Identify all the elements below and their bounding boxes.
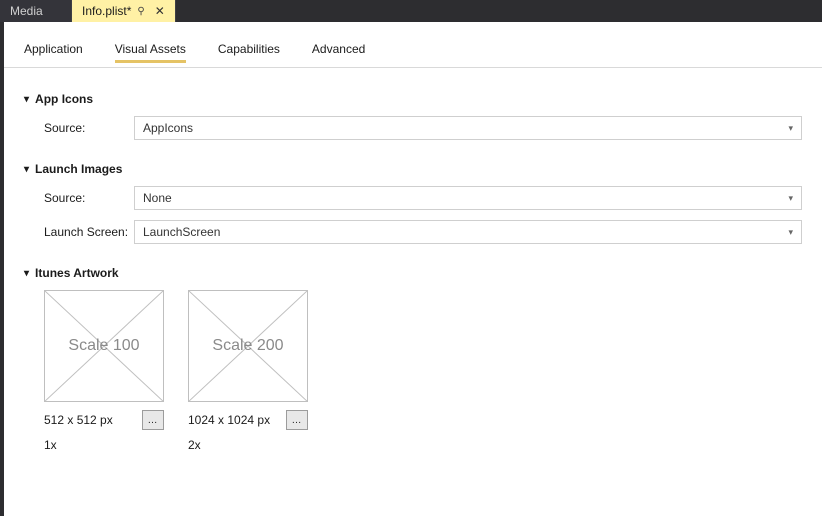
- editor-content: ▾ App Icons Source: AppIcons ▾ ▾ Launch …: [4, 68, 822, 452]
- placeholder-label: Scale 100: [68, 337, 139, 355]
- editor-workspace: Application Visual Assets Capabilities A…: [0, 22, 822, 516]
- artwork-dimensions: 512 x 512 px: [44, 413, 113, 427]
- close-icon[interactable]: ✕: [155, 4, 165, 18]
- artwork-tile: Scale 200 1024 x 1024 px … 2x: [188, 290, 308, 452]
- subnav-label: Capabilities: [218, 42, 280, 56]
- caret-down-icon: ▾: [788, 123, 793, 134]
- artwork-tile: Scale 100 512 x 512 px … 1x: [44, 290, 164, 452]
- chevron-down-icon: ▾: [24, 94, 29, 105]
- artwork-scale: 2x: [188, 438, 308, 452]
- file-tab-media[interactable]: Media: [0, 0, 72, 22]
- app-icons-source-select[interactable]: AppIcons ▾: [134, 116, 802, 140]
- source-label: Source:: [44, 121, 134, 135]
- select-value: LaunchScreen: [143, 225, 220, 239]
- caret-down-icon: ▾: [788, 193, 793, 204]
- subnav-capabilities[interactable]: Capabilities: [218, 42, 280, 61]
- subnav-label: Advanced: [312, 42, 365, 56]
- browse-button[interactable]: …: [286, 410, 308, 430]
- section-title: Launch Images: [35, 162, 122, 176]
- chevron-down-icon: ▾: [24, 164, 29, 175]
- file-tab-info-plist[interactable]: Info.plist* ⚲ ✕: [72, 0, 176, 22]
- placeholder-label: Scale 200: [212, 337, 283, 355]
- select-value: AppIcons: [143, 121, 193, 135]
- section-title: Itunes Artwork: [35, 266, 119, 280]
- artwork-meta: 1024 x 1024 px …: [188, 410, 308, 430]
- launch-images-source-row: Source: None ▾: [24, 186, 802, 210]
- select-value: None: [143, 191, 172, 205]
- artwork-meta: 512 x 512 px …: [44, 410, 164, 430]
- subnav-label: Visual Assets: [115, 42, 186, 56]
- section-app-icons-header[interactable]: ▾ App Icons: [24, 92, 802, 106]
- app-icons-source-row: Source: AppIcons ▾: [24, 116, 802, 140]
- subnav-visual-assets[interactable]: Visual Assets: [115, 42, 186, 63]
- source-label: Source:: [44, 191, 134, 205]
- artwork-dimensions: 1024 x 1024 px: [188, 413, 270, 427]
- file-tabbar: Media Info.plist* ⚲ ✕: [0, 0, 822, 22]
- artwork-placeholder-1x[interactable]: Scale 100: [44, 290, 164, 402]
- file-tab-label: Info.plist*: [82, 4, 131, 18]
- section-launch-images-header[interactable]: ▾ Launch Images: [24, 162, 802, 176]
- browse-button[interactable]: …: [142, 410, 164, 430]
- launch-images-source-select[interactable]: None ▾: [134, 186, 802, 210]
- launch-screen-row: Launch Screen: LaunchScreen ▾: [24, 220, 802, 244]
- subnav-advanced[interactable]: Advanced: [312, 42, 365, 61]
- file-tab-label: Media: [10, 4, 43, 18]
- editor-subnav: Application Visual Assets Capabilities A…: [4, 22, 822, 68]
- section-itunes-artwork-header[interactable]: ▾ Itunes Artwork: [24, 266, 802, 280]
- artwork-scale: 1x: [44, 438, 164, 452]
- pin-icon[interactable]: ⚲: [137, 6, 144, 17]
- subnav-application[interactable]: Application: [24, 42, 83, 61]
- launch-screen-label: Launch Screen:: [44, 225, 134, 239]
- artwork-tiles: Scale 100 512 x 512 px … 1x Scale 200: [24, 290, 802, 452]
- section-title: App Icons: [35, 92, 93, 106]
- subnav-label: Application: [24, 42, 83, 56]
- chevron-down-icon: ▾: [24, 268, 29, 279]
- launch-screen-select[interactable]: LaunchScreen ▾: [134, 220, 802, 244]
- artwork-placeholder-2x[interactable]: Scale 200: [188, 290, 308, 402]
- caret-down-icon: ▾: [788, 227, 793, 238]
